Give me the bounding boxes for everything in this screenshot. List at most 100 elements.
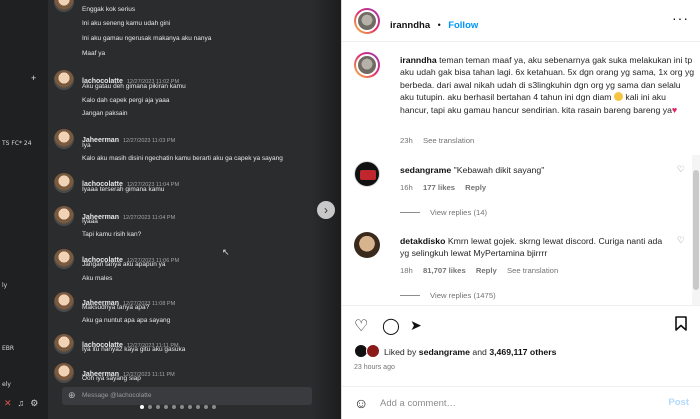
carousel-indicator bbox=[140, 405, 216, 409]
sweat-smile-emoji-icon bbox=[613, 92, 623, 102]
message-text: Aku males bbox=[82, 275, 113, 282]
comment-likes[interactable]: 81,707 likes bbox=[423, 266, 466, 275]
carousel-dot bbox=[148, 405, 152, 409]
message-text: Iya bbox=[82, 142, 91, 149]
voice-controls: ✕ ♫ ⚙ bbox=[4, 398, 38, 409]
message-text: Ini aku gamau ngerusak makanya aku nanya bbox=[82, 35, 212, 42]
save-bookmark-icon[interactable] bbox=[675, 316, 687, 336]
liker-avatar bbox=[366, 344, 380, 358]
caption-time: 23h bbox=[400, 136, 413, 145]
likes-others-link[interactable]: 3,469,117 others bbox=[489, 347, 556, 357]
carousel-dot bbox=[164, 405, 168, 409]
view-replies-button[interactable]: View replies (1475) bbox=[400, 291, 496, 300]
comment-meta: 16h 177 likes Reply bbox=[400, 183, 494, 192]
like-heart-icon[interactable]: ♡ bbox=[354, 316, 368, 336]
commenter-avatar[interactable] bbox=[354, 232, 380, 258]
caption-text: iranndha teman teman maaf ya, aku sebena… bbox=[400, 55, 695, 115]
commenter-avatar[interactable] bbox=[354, 161, 380, 187]
reply-button[interactable]: Reply bbox=[476, 266, 497, 275]
discord-sidebar bbox=[0, 0, 48, 419]
sidebar-label: TS FC* 24 bbox=[2, 140, 32, 147]
message-text: Iya itu nanya2 kaya gitu aku gasuka bbox=[82, 346, 186, 353]
sidebar-label: ly bbox=[2, 282, 8, 289]
settings-gear-icon: ⚙ bbox=[30, 398, 39, 408]
reply-button[interactable]: Reply bbox=[465, 183, 486, 192]
comment-username[interactable]: detakdisko bbox=[400, 236, 445, 246]
post-comment-button[interactable]: Post bbox=[668, 397, 689, 408]
see-translation-link[interactable]: See translation bbox=[507, 266, 558, 275]
avatar bbox=[54, 292, 74, 312]
comment-bubble-icon[interactable]: ◯ bbox=[382, 316, 400, 336]
message-text: Iyaaa bbox=[82, 218, 98, 225]
follow-button[interactable]: Follow bbox=[448, 20, 478, 31]
mute-icon: ✕ bbox=[4, 398, 12, 408]
caption-avatar[interactable] bbox=[354, 52, 380, 78]
scrollbar-thumb[interactable] bbox=[693, 170, 699, 290]
liker-username[interactable]: sedangrame bbox=[419, 347, 470, 357]
message-text: Maksudnya tanya apa? bbox=[82, 304, 150, 311]
carousel-dot bbox=[140, 405, 144, 409]
carousel-dot bbox=[188, 405, 192, 409]
post-header: iranndha • Follow ··· bbox=[342, 0, 700, 42]
avatar bbox=[54, 206, 74, 226]
message-text: Maaf ya bbox=[82, 50, 106, 57]
author-username[interactable]: iranndha bbox=[390, 20, 430, 31]
message-input-placeholder: Message @lachocolatte bbox=[82, 392, 152, 399]
comment-like-heart-icon[interactable]: ♡ bbox=[677, 235, 685, 246]
carousel-dot bbox=[204, 405, 208, 409]
share-send-icon[interactable]: ➤ bbox=[410, 317, 422, 334]
message-text: Tapi kamu risih kan? bbox=[82, 231, 142, 238]
comment-likes[interactable]: 177 likes bbox=[423, 183, 455, 192]
carousel-dot bbox=[180, 405, 184, 409]
post-media: + TS FC* 24 ly EBR ely ✕ ♫ ⚙ Enggak kok … bbox=[0, 0, 341, 419]
avatar bbox=[54, 173, 74, 193]
view-replies-button[interactable]: View replies (14) bbox=[400, 208, 487, 217]
avatar bbox=[54, 129, 74, 149]
attach-plus-icon: ⊕ bbox=[68, 390, 76, 400]
avatar bbox=[54, 363, 74, 383]
message-text: Jangan tanya aku apapun ya bbox=[82, 261, 166, 268]
headset-icon: ♫ bbox=[17, 398, 25, 408]
post-panel: iranndha • Follow ··· iranndha teman tem… bbox=[341, 0, 700, 419]
carousel-dot bbox=[196, 405, 200, 409]
action-bar: ♡ ◯ ➤ bbox=[342, 305, 700, 343]
message-timestamp: 12/27/2023 11:03 PM bbox=[122, 138, 176, 144]
add-icon: + bbox=[31, 73, 37, 83]
comment-username[interactable]: sedangrame bbox=[400, 165, 451, 175]
comment-text: detakdisko Kmrn lewat gojek. skrng lewat… bbox=[400, 236, 663, 259]
message-timestamp: 12/27/2023 11:04 PM bbox=[122, 215, 176, 221]
see-translation-link[interactable]: See translation bbox=[423, 136, 474, 145]
carousel-dot bbox=[172, 405, 176, 409]
add-comment-bar: ☺ Post bbox=[342, 386, 700, 419]
avatar bbox=[54, 0, 74, 12]
carousel-dot bbox=[156, 405, 160, 409]
comment-like-heart-icon[interactable]: ♡ bbox=[677, 164, 685, 175]
avatar bbox=[54, 334, 74, 354]
mouse-cursor-icon: ↖ bbox=[222, 247, 230, 257]
more-options-icon[interactable]: ··· bbox=[672, 10, 689, 26]
separator: • bbox=[437, 20, 441, 30]
carousel-next-button[interactable]: › bbox=[317, 201, 335, 219]
comment-meta: 18h 81,707 likes Reply See translation bbox=[400, 266, 566, 275]
message-text: Kalo dah capek pergi aja yaaa bbox=[82, 97, 170, 104]
heart-emoji-icon: ♥ bbox=[671, 104, 678, 115]
caption-username[interactable]: iranndha bbox=[400, 55, 437, 65]
comment-input[interactable] bbox=[380, 395, 640, 411]
avatar bbox=[54, 249, 74, 269]
message-text: Kalo aku masih disini ngechatin kamu ber… bbox=[82, 155, 283, 162]
message-text: Iyaaa terserah gimana kamu bbox=[82, 186, 165, 193]
post-timestamp: 23 hours ago bbox=[354, 364, 395, 371]
message-text: Enggak kok serius bbox=[82, 6, 136, 13]
carousel-dot bbox=[212, 405, 216, 409]
comment-time: 18h bbox=[400, 266, 413, 275]
comment-text: sedangrame "Kebawah dikit sayang" bbox=[400, 165, 545, 175]
sidebar-label: ely bbox=[2, 381, 11, 388]
message-text: Jangan paksain bbox=[82, 110, 128, 117]
comment-time: 16h bbox=[400, 183, 413, 192]
message-text: Ooh iya sayang siap bbox=[82, 375, 141, 382]
author-avatar[interactable] bbox=[354, 8, 380, 34]
sidebar-label: EBR bbox=[2, 345, 15, 352]
message-text: Aku gatau deh gimana pikiran kamu bbox=[82, 83, 186, 90]
message-text: Aku ga nuntut apa apa sayang bbox=[82, 317, 171, 324]
emoji-picker-icon[interactable]: ☺ bbox=[354, 395, 368, 411]
